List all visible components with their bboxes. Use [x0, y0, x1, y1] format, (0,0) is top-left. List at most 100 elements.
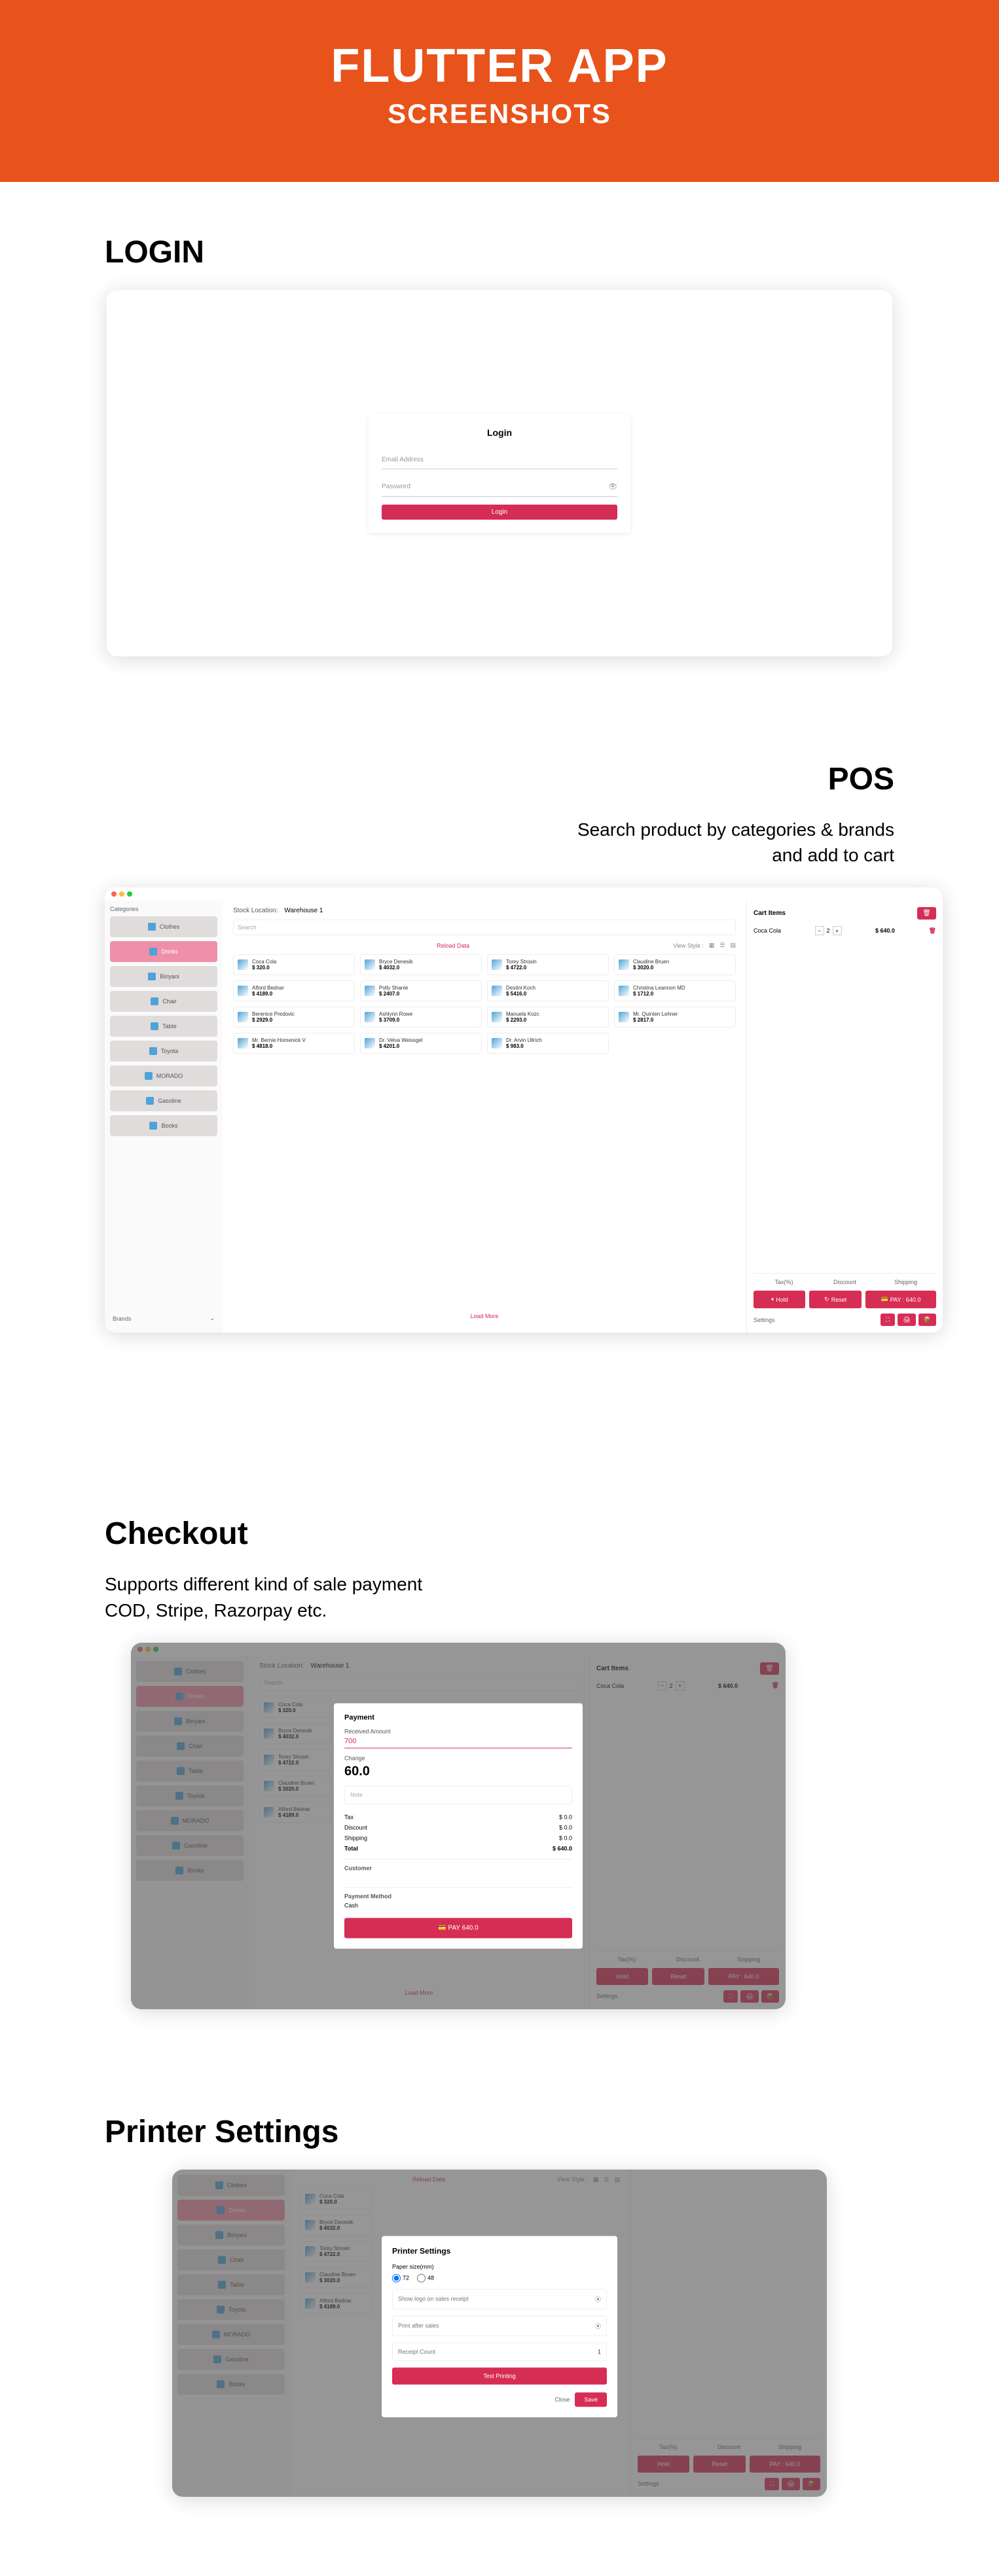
printer-modal-title: Printer Settings — [392, 2246, 607, 2255]
login-screenshot: Login Email Address Password 👁 Login — [107, 290, 892, 656]
category-icon — [148, 973, 156, 980]
product-image — [492, 959, 502, 970]
card-view-icon[interactable]: ▤ — [730, 942, 736, 949]
summary-row: Total$ 640.0 — [344, 1843, 572, 1853]
cart-title: Cart Items — [754, 910, 786, 917]
test-printing-button[interactable]: Test Printing — [392, 2367, 607, 2384]
sidebar-item-morado[interactable]: MORADO — [110, 1065, 217, 1086]
radio-72[interactable]: 72 — [392, 2274, 409, 2282]
pos-screenshot: Categories ClothesDrinksBiriyaniChairTab… — [105, 887, 943, 1333]
product-card[interactable]: Dr. Arvin Ullrich$ 983.0 — [487, 1033, 609, 1054]
product-card[interactable]: Mr. Bernie Homenick V$ 4818.0 — [233, 1033, 355, 1054]
quantity-stepper[interactable]: − 2 + — [815, 926, 842, 935]
product-image — [492, 986, 502, 996]
product-card[interactable]: Alford Bednar$ 4189.0 — [233, 980, 355, 1001]
product-card[interactable]: Mr. Quinten Lehner$ 2817.0 — [614, 1007, 736, 1028]
sidebar-item-clothes[interactable]: Clothes — [110, 916, 217, 937]
password-field[interactable]: Password 👁 — [382, 477, 617, 497]
show-logo-toggle[interactable]: Show logo on sales receipt⦿ — [392, 2289, 607, 2309]
sidebar-item-books[interactable]: Books — [110, 1115, 217, 1136]
change-label: Change — [344, 1755, 572, 1761]
confirm-pay-button[interactable]: 💳 PAY 640.0 — [344, 1918, 572, 1938]
product-card[interactable]: Polly Shanie$ 2407.0 — [360, 980, 482, 1001]
qty-plus[interactable]: + — [833, 926, 842, 935]
product-card[interactable]: Coca Cola$ 320.0 — [233, 954, 355, 975]
sidebar-item-drinks[interactable]: Drinks — [110, 941, 217, 962]
summary-row: Shipping$ 0.0 — [344, 1833, 572, 1843]
received-input[interactable]: 700 — [344, 1737, 572, 1748]
sidebar-item-table[interactable]: Table — [110, 1016, 217, 1037]
product-card[interactable]: Destini Koch$ 5416.0 — [487, 980, 609, 1001]
category-icon — [149, 1122, 157, 1130]
pos-section: POS Search product by categories & brand… — [0, 709, 999, 1385]
product-card[interactable]: Ashlynn Rowe$ 3709.0 — [360, 1007, 482, 1028]
printer-screenshot: ClothesDrinksBiriyaniChairTableToyotaMOR… — [172, 2170, 827, 2497]
pay-button[interactable]: 💳 PAY : 640.0 — [865, 1291, 936, 1308]
product-image — [619, 986, 629, 996]
reset-button[interactable]: ↻ Reset — [809, 1291, 861, 1308]
email-field[interactable]: Email Address — [382, 451, 617, 469]
note-input[interactable]: Note — [344, 1785, 572, 1804]
receipt-count-field[interactable]: Receipt Count1 — [392, 2342, 607, 2361]
hold-button[interactable]: ⏸ Hold — [754, 1291, 805, 1308]
payment-modal: Payment Received Amount 700 Change 60.0 … — [334, 1703, 583, 1948]
qty-minus[interactable]: − — [815, 926, 824, 935]
hero-title: FLUTTER APP — [0, 39, 999, 93]
category-icon — [151, 997, 158, 1005]
expand-icon[interactable]: ⛶ — [881, 1314, 895, 1326]
product-image — [238, 959, 248, 970]
checkout-section-title: Checkout — [105, 1516, 894, 1552]
cart-item-price: $ 640.0 — [875, 927, 895, 934]
delete-item-icon[interactable]: 🗑 — [929, 927, 936, 935]
login-section: LOGIN Login Email Address Password 👁 Log… — [0, 182, 999, 709]
checkout-section: Checkout Supports different kind of sale… — [0, 1385, 999, 2061]
hero-banner: FLUTTER APP SCREENSHOTS — [0, 0, 999, 182]
settings-label: Settings — [754, 1317, 775, 1323]
password-placeholder: Password — [382, 483, 410, 490]
view-style-controls: View Style : ▦ ☰ ▤ — [673, 942, 736, 949]
toggle-icon: ⦿ — [595, 2321, 601, 2330]
checkout-screenshot: ClothesDrinksBiriyaniChairTableToyotaMOR… — [131, 1643, 786, 2009]
window-controls — [105, 887, 943, 901]
cart-panel: Cart Items 🗑 Coca Cola − 2 + $ 640.0 🗑 T… — [746, 901, 943, 1333]
save-button[interactable]: Save — [575, 2392, 607, 2406]
product-card[interactable]: Dr. Velva Weissgel$ 4201.0 — [360, 1033, 482, 1054]
search-input[interactable]: Search — [233, 920, 736, 935]
product-card[interactable]: Manuela Kozc$ 2293.0 — [487, 1007, 609, 1028]
clear-cart-button[interactable]: 🗑 — [917, 907, 936, 920]
sidebar-item-toyota[interactable]: Toyota — [110, 1041, 217, 1062]
login-card: Login Email Address Password 👁 Login — [369, 414, 630, 533]
email-placeholder: Email Address — [382, 456, 424, 463]
archive-icon[interactable]: 📦 — [918, 1314, 936, 1326]
load-more-button[interactable]: Load More — [233, 1306, 736, 1326]
category-icon — [149, 1047, 157, 1055]
product-card[interactable]: Berenice Predovic$ 2929.0 — [233, 1007, 355, 1028]
login-button[interactable]: Login — [382, 505, 617, 520]
eye-icon[interactable]: 👁 — [608, 482, 617, 491]
product-image — [619, 959, 629, 970]
hero-subtitle: SCREENSHOTS — [0, 98, 999, 130]
login-card-title: Login — [382, 427, 617, 438]
customer-label: Customer — [344, 1865, 572, 1871]
chevron-down-icon: ⌄ — [209, 1315, 215, 1322]
product-card[interactable]: Claudine Bruen$ 3020.0 — [614, 954, 736, 975]
product-card[interactable]: Bryce Denesik$ 4032.0 — [360, 954, 482, 975]
print-icon[interactable]: 🖨 — [898, 1314, 915, 1326]
sidebar-item-chair[interactable]: Chair — [110, 991, 217, 1012]
print-after-sales-toggle[interactable]: Print after sales⦿ — [392, 2316, 607, 2336]
reload-button[interactable]: Reload Data — [233, 942, 673, 949]
grid-view-icon[interactable]: ▦ — [709, 942, 715, 949]
brands-dropdown[interactable]: Brands ⌄ — [110, 1310, 217, 1327]
sidebar-item-biriyani[interactable]: Biriyani — [110, 966, 217, 987]
product-card[interactable]: Christina Leannon MD$ 1712.0 — [614, 980, 736, 1001]
sidebar-item-gasoline[interactable]: Gasoline — [110, 1090, 217, 1111]
list-view-icon[interactable]: ☰ — [719, 942, 725, 949]
cart-item: Coca Cola − 2 + $ 640.0 🗑 — [754, 926, 936, 935]
radio-48[interactable]: 48 — [417, 2274, 434, 2282]
stock-value[interactable]: Warehouse 1 — [284, 907, 323, 914]
checkout-section-sub: Supports different kind of sale payment … — [105, 1571, 894, 1622]
close-button[interactable]: Close — [554, 2396, 570, 2403]
payment-method-value[interactable]: Cash — [344, 1902, 572, 1908]
product-card[interactable]: Torey Strosin$ 4722.0 — [487, 954, 609, 975]
products-panel: Stock Location: Warehouse 1 Search Reloa… — [223, 901, 746, 1333]
